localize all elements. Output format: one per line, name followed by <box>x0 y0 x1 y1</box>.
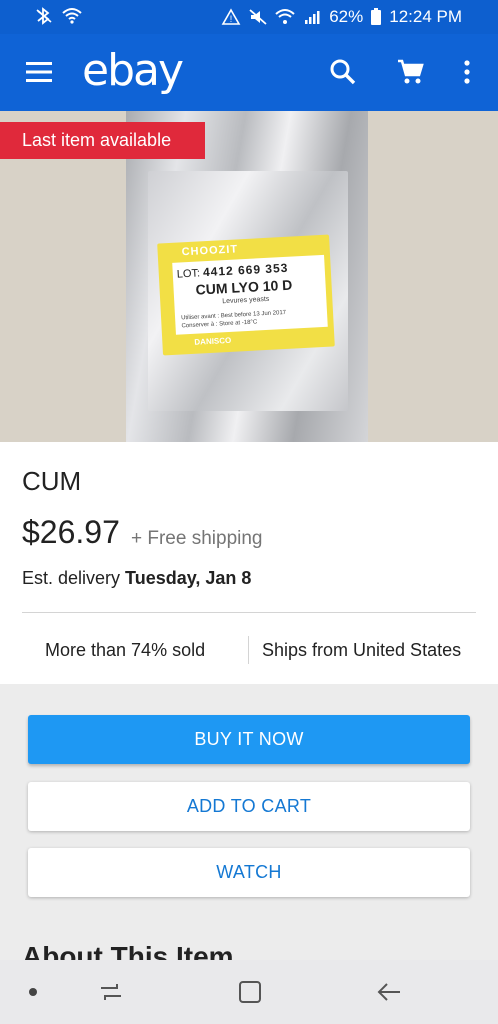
svg-text:!: ! <box>230 14 233 24</box>
battery-icon <box>371 8 382 25</box>
search-icon[interactable] <box>329 58 357 86</box>
product-image[interactable]: CHOOZIT LOT: 4412 669 353 CUM LYO 10 D L… <box>0 111 498 442</box>
bluetooth-off-icon <box>36 7 52 25</box>
delivery-date: Tuesday, Jan 8 <box>125 568 252 588</box>
listing-title: CUM <box>22 466 82 496</box>
recent-apps-icon[interactable] <box>97 978 125 1006</box>
cell-signal-icon <box>305 11 320 24</box>
label-lot-prefix: LOT: <box>176 267 201 281</box>
add-to-cart-button[interactable]: ADD TO CART <box>28 782 470 831</box>
last-item-badge: Last item available <box>0 122 205 159</box>
label-subtitle: Levures yeasts <box>222 295 270 306</box>
delivery-prefix: Est. delivery <box>22 568 126 588</box>
more-vert-icon[interactable] <box>453 58 481 86</box>
watch-button[interactable]: WATCH <box>28 848 470 897</box>
menu-icon[interactable] <box>26 61 52 83</box>
stat-separator <box>248 636 249 664</box>
shipping-info: + Free shipping <box>131 528 263 549</box>
alarm-warning-icon: ! <box>221 8 241 25</box>
label-fineprint: Utiliser avant : Best before 13 Jun 2017… <box>181 309 287 330</box>
clock: 12:24 PM <box>389 7 462 26</box>
battery-percent: 62% <box>329 7 364 26</box>
back-icon[interactable] <box>375 978 403 1006</box>
label-brand: CHOOZIT <box>181 243 239 259</box>
label-white-panel: LOT: 4412 669 353 CUM LYO 10 D Levures y… <box>172 254 328 335</box>
divider <box>22 612 476 613</box>
buy-it-now-button[interactable]: BUY IT NOW <box>28 715 470 764</box>
app-bar: ebay <box>0 34 498 111</box>
mute-icon <box>249 9 267 25</box>
wifi-signal-icon <box>275 9 295 24</box>
nav-dot-icon[interactable] <box>29 988 37 996</box>
delivery-estimate: Est. delivery Tuesday, Jan 8 <box>22 568 251 589</box>
ebay-logo[interactable]: ebay <box>82 46 184 96</box>
about-this-item-heading: About This Item <box>22 941 234 960</box>
product-label: CHOOZIT LOT: 4412 669 353 CUM LYO 10 D L… <box>157 234 335 356</box>
system-nav-bar <box>0 960 498 1024</box>
wifi-icon <box>62 8 82 24</box>
home-icon[interactable] <box>236 978 264 1006</box>
cart-icon[interactable] <box>396 58 424 86</box>
label-product-name: CUM LYO 10 D <box>195 276 293 298</box>
status-bar: ! 62% 12:24 PM <box>0 0 498 34</box>
listing-price: $26.97 <box>22 514 120 550</box>
sold-stat: More than 74% sold <box>45 640 206 660</box>
label-maker: DANISCO <box>194 335 232 347</box>
listing-info-card: CUM $26.97 + Free shipping Est. delivery… <box>0 442 498 684</box>
ships-from: Ships from United States <box>262 640 462 660</box>
